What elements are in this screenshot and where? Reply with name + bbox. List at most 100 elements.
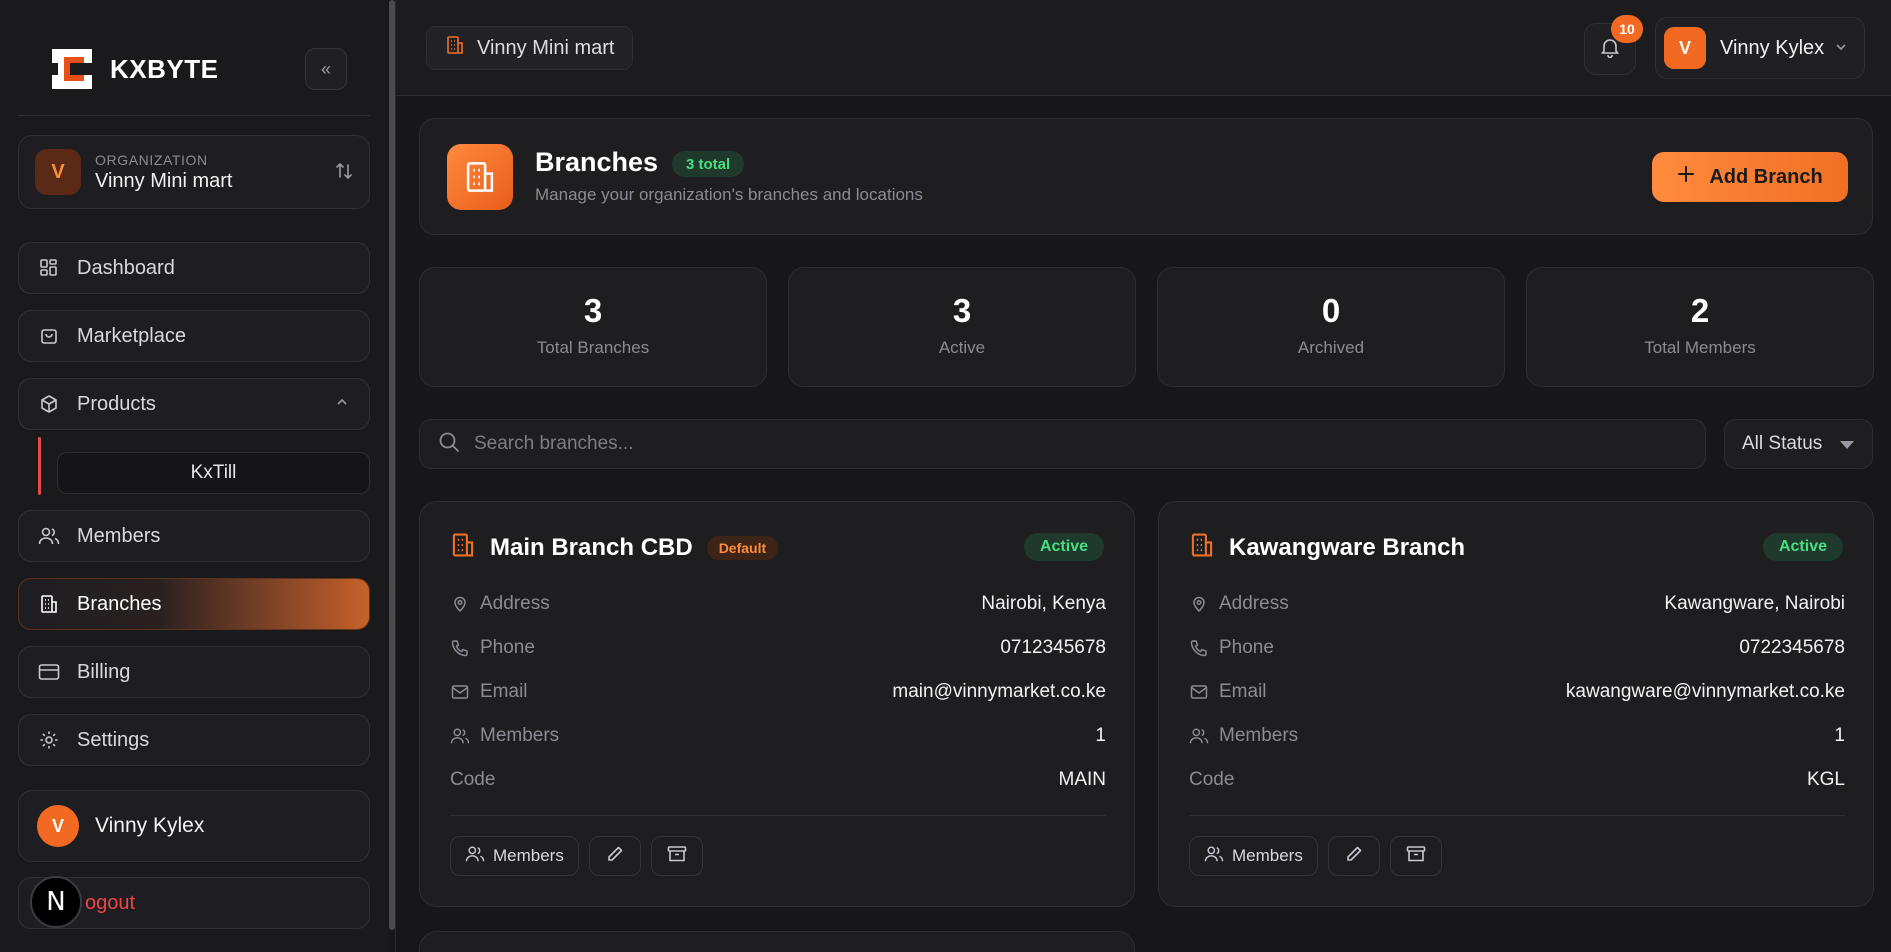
- members-button-label: Members: [1232, 846, 1303, 865]
- sidebar-item-label: Marketplace: [77, 324, 186, 347]
- archive-icon: [667, 845, 687, 868]
- branch-phone-row: Phone 0712345678: [450, 626, 1106, 670]
- sidebar-item-dashboard[interactable]: Dashboard: [18, 242, 370, 294]
- caret-down-icon: [1840, 441, 1854, 449]
- branch-address: Nairobi, Kenya: [981, 593, 1106, 614]
- sidebar-item-branches[interactable]: Branches: [18, 578, 370, 630]
- sidebar: KXBYTE « V ORGANIZATION Vinny Mini mart …: [0, 0, 388, 952]
- branch-phone: 0712345678: [1000, 637, 1106, 658]
- branch-code: KGL: [1806, 769, 1845, 790]
- members-button-label: Members: [493, 846, 564, 865]
- branch-address: Kawangware, Nairobi: [1664, 593, 1845, 614]
- sidebar-item-settings[interactable]: Settings: [18, 714, 370, 766]
- branch-members-button[interactable]: Members: [1189, 836, 1318, 876]
- sidebar-item-label: Dashboard: [77, 256, 175, 279]
- add-branch-button[interactable]: Add Branch: [1652, 152, 1848, 202]
- sidebar-user-name: Vinny Kylex: [95, 814, 205, 837]
- building-icon: [445, 35, 465, 61]
- shopping-bag-icon: [37, 324, 61, 348]
- nextjs-dev-badge[interactable]: N: [30, 876, 82, 928]
- field-label: Members: [1219, 725, 1299, 746]
- building-icon: [450, 532, 476, 563]
- add-branch-label: Add Branch: [1709, 165, 1823, 188]
- submenu-rail: [38, 437, 41, 495]
- pencil-icon: [1345, 845, 1363, 868]
- pencil-icon: [606, 845, 624, 868]
- branch-members-count: 1: [1095, 725, 1106, 746]
- map-pin-icon: [450, 595, 470, 613]
- status-filter-select[interactable]: All Status: [1724, 419, 1873, 469]
- stat-value: 2: [1690, 292, 1710, 329]
- branch-code-row: Code MAIN: [450, 758, 1106, 802]
- phone-icon: [1189, 639, 1209, 657]
- stat-card-total-branches: 3 Total Branches: [419, 267, 767, 387]
- stat-label: Total Branches: [536, 338, 650, 357]
- app-root: KXBYTE « V ORGANIZATION Vinny Mini mart …: [0, 0, 1891, 952]
- field-label: Email: [1219, 681, 1267, 702]
- field-label: Code: [450, 769, 496, 790]
- field-label: Members: [480, 725, 560, 746]
- double-chevron-left-icon: «: [320, 58, 331, 79]
- organization-switcher[interactable]: V ORGANIZATION Vinny Mini mart: [18, 135, 370, 209]
- branch-phone: 0722345678: [1739, 637, 1845, 658]
- page-subtitle: Manage your organization's branches and …: [535, 185, 923, 204]
- edit-branch-button[interactable]: [588, 836, 641, 876]
- sidebar-item-label: Members: [77, 524, 161, 547]
- search-input[interactable]: [474, 433, 1654, 455]
- users-icon: [450, 727, 470, 745]
- sidebar-item-label: Products: [77, 392, 156, 415]
- branch-email: main@vinnymarket.co.ke: [892, 681, 1106, 702]
- org-avatar: V: [35, 149, 81, 195]
- chevron-up-icon: [335, 395, 349, 412]
- branch-members-button[interactable]: Members: [450, 836, 579, 876]
- breadcrumb[interactable]: Vinny Mini mart: [426, 26, 634, 70]
- status-badge: Active: [1023, 533, 1104, 561]
- branch-email-row: Email main@vinnymarket.co.ke: [450, 670, 1106, 714]
- stat-value: 0: [1321, 292, 1341, 329]
- mail-icon: [450, 684, 470, 700]
- edit-branch-button[interactable]: [1327, 836, 1380, 876]
- sidebar-item-members[interactable]: Members: [18, 510, 370, 562]
- sidebar-user-card[interactable]: V Vinny Kylex: [18, 790, 370, 862]
- archive-branch-button[interactable]: [650, 836, 703, 876]
- users-icon: [1189, 727, 1209, 745]
- users-icon: [1204, 845, 1224, 868]
- field-label: Email: [480, 681, 528, 702]
- field-label: Address: [1219, 593, 1289, 614]
- branch-members-row: Members 1: [1189, 714, 1845, 758]
- building-icon: [1189, 532, 1215, 563]
- total-count-badge: 3 total: [672, 151, 745, 177]
- field-label: Address: [480, 593, 550, 614]
- sidebar-item-billing[interactable]: Billing: [18, 646, 370, 698]
- topbar: Vinny Mini mart 10 V Vinny Kylex: [396, 0, 1891, 96]
- stat-value: 3: [583, 292, 603, 329]
- branch-code-row: Code KGL: [1189, 758, 1845, 802]
- branch-code: MAIN: [1058, 769, 1107, 790]
- brand[interactable]: KXBYTE: [52, 48, 218, 90]
- sidebar-subitem-kxtill[interactable]: KxTill: [57, 452, 370, 494]
- sidebar-item-marketplace[interactable]: Marketplace: [18, 310, 370, 362]
- search-bar: [419, 419, 1706, 469]
- mail-icon: [1189, 684, 1209, 700]
- card-divider: [1189, 815, 1845, 816]
- stat-card-total-members: 2 Total Members: [1526, 267, 1874, 387]
- branch-card: Kawangware Branch Active Address Kawangw…: [1158, 501, 1874, 907]
- user-menu-name: Vinny Kylex: [1720, 36, 1825, 59]
- field-label: Phone: [1219, 637, 1274, 658]
- user-menu[interactable]: V Vinny Kylex: [1655, 17, 1865, 79]
- archive-branch-button[interactable]: [1389, 836, 1442, 876]
- building-icon: [447, 144, 513, 210]
- stat-card-archived: 0 Archived: [1157, 267, 1505, 387]
- branch-members-count: 1: [1834, 725, 1845, 746]
- sidebar-item-products[interactable]: Products: [18, 378, 370, 430]
- phone-icon: [450, 639, 470, 657]
- kxbyte-logo-icon: [52, 49, 92, 89]
- stat-value: 3: [952, 292, 972, 329]
- collapse-sidebar-button[interactable]: «: [305, 48, 347, 90]
- breadcrumb-label: Vinny Mini mart: [477, 36, 615, 59]
- search-icon: [438, 431, 460, 458]
- archive-icon: [1406, 845, 1426, 868]
- branch-address-row: Address Nairobi, Kenya: [450, 582, 1106, 626]
- branch-email: kawangware@vinnymarket.co.ke: [1565, 681, 1845, 702]
- org-name: Vinny Mini mart: [95, 169, 233, 192]
